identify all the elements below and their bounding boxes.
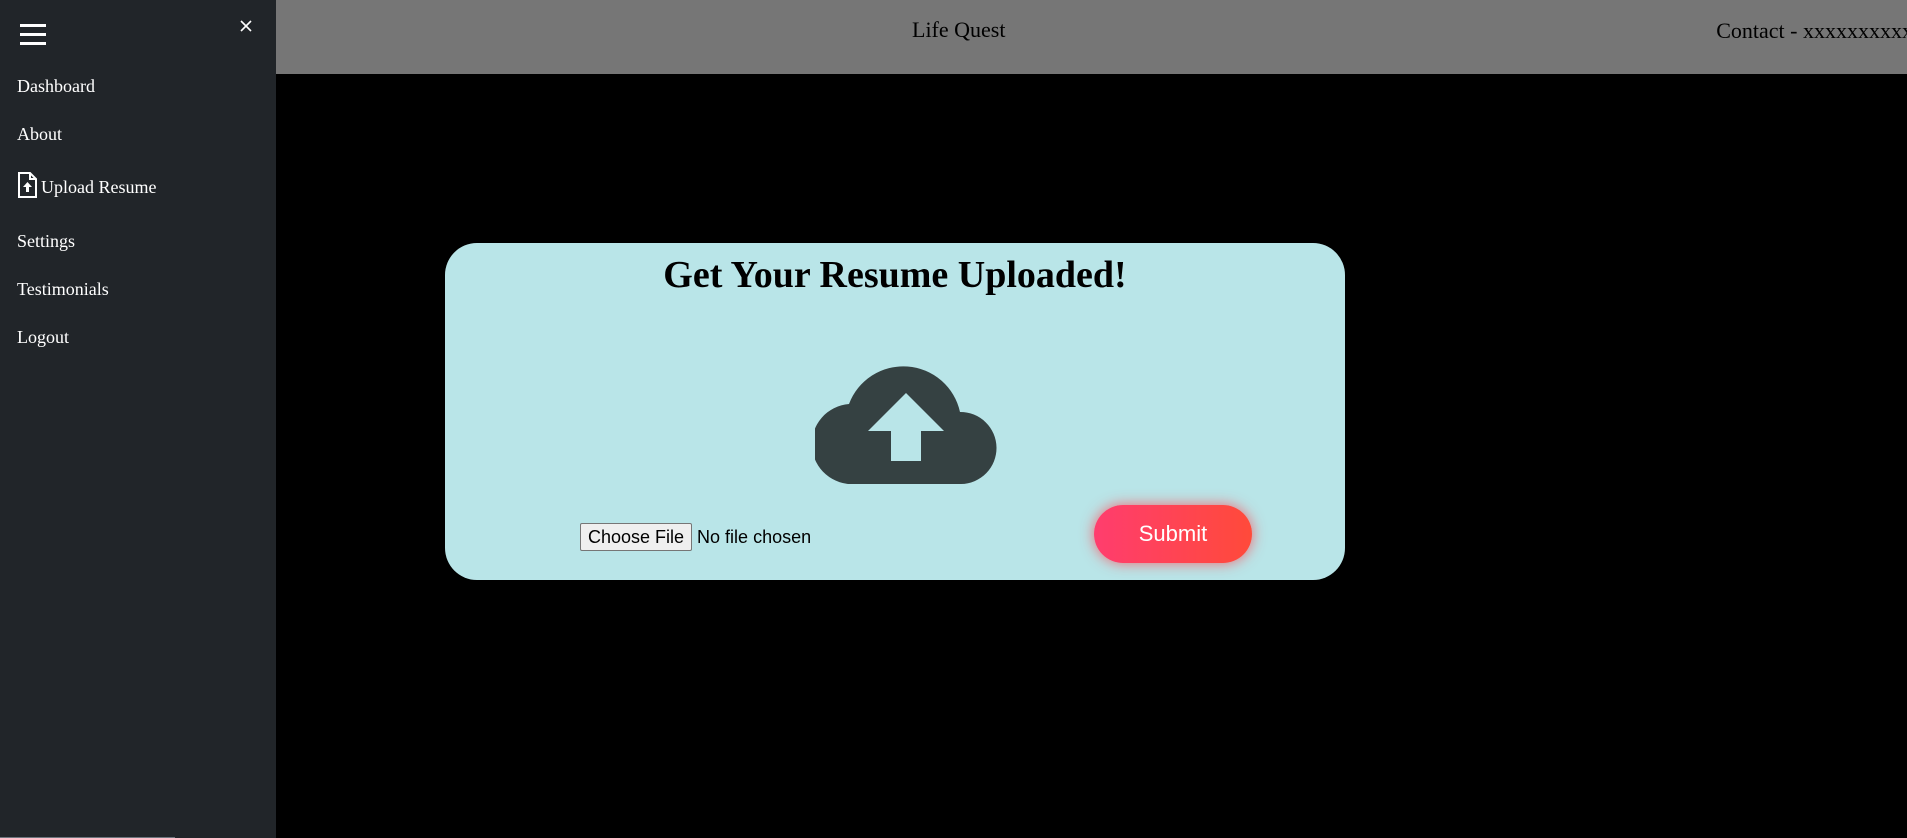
top-navbar: Life Quest Contact - xxxxxxxxxx <box>276 0 1907 74</box>
sidebar-item-label: About <box>17 124 62 144</box>
sidebar-item-label: Settings <box>17 231 76 251</box>
sidebar-item-label: Upload Resume <box>41 177 157 197</box>
cloud-upload-icon[interactable] <box>815 362 997 484</box>
sidebar-item-about[interactable]: About <box>17 124 62 145</box>
choose-file-button[interactable]: Choose File <box>580 523 693 551</box>
sidebar-item-logout[interactable]: Logout <box>17 327 69 348</box>
sidebar-item-label: Logout <box>17 327 69 347</box>
contact-info: Contact - xxxxxxxxxx <box>1716 18 1907 43</box>
sidebar-item-label: Dashboard <box>17 76 95 96</box>
upload-heading: Get Your Resume Uploaded! <box>663 254 1127 296</box>
sidebar-nav: Dashboard About Upload Resume Settings T… <box>17 0 267 400</box>
sidebar-item-testimonials[interactable]: Testimonials <box>17 279 109 300</box>
sidebar-item-upload-resume[interactable]: Upload Resume <box>17 172 156 198</box>
upload-card: Get Your Resume Uploaded! Choose File No… <box>445 243 1345 580</box>
file-upload-icon <box>18 172 37 198</box>
file-status-text: No file chosen <box>697 526 812 547</box>
sidebar-item-settings[interactable]: Settings <box>17 231 75 252</box>
sidebar-item-dashboard[interactable]: Dashboard <box>17 76 95 97</box>
app-title: Life Quest <box>912 17 1006 42</box>
sidebar: Dashboard About Upload Resume Settings T… <box>0 0 276 838</box>
resume-file-input[interactable]: Choose File No file chosen <box>580 523 811 551</box>
submit-button[interactable]: Submit <box>1094 505 1252 563</box>
sidebar-item-label: Testimonials <box>17 279 109 299</box>
